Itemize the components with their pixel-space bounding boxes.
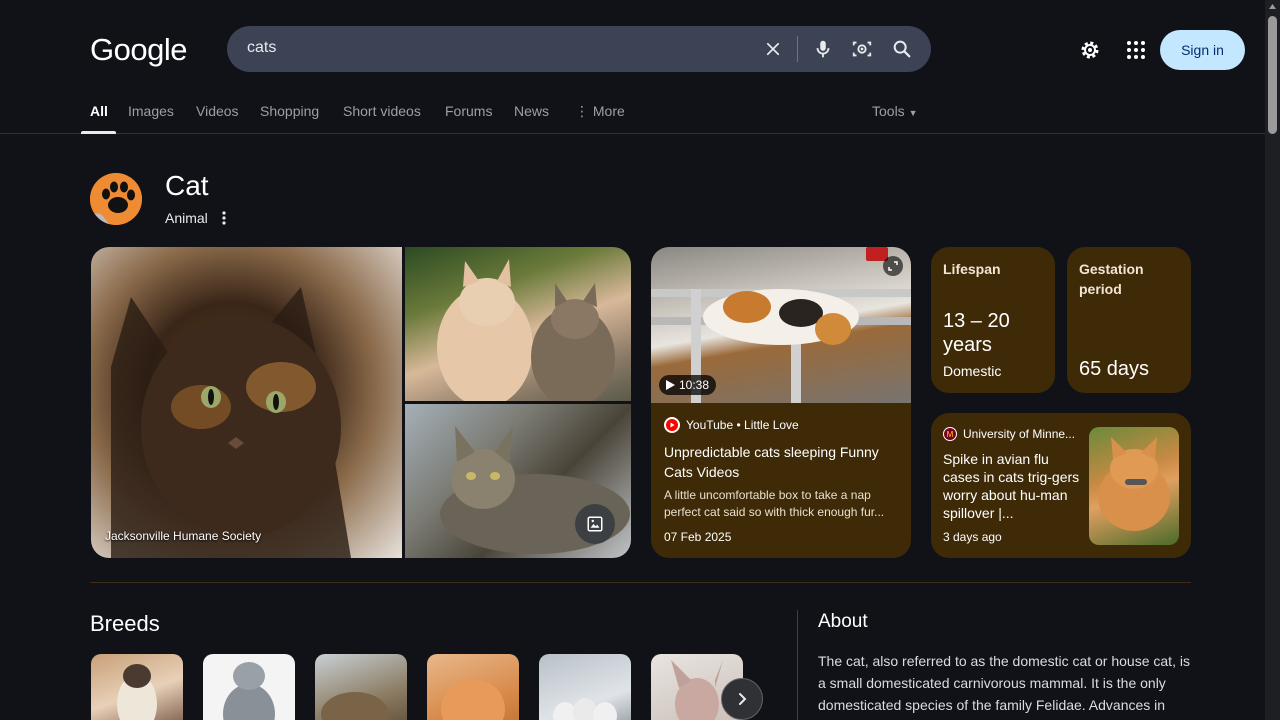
maine-coon-cat-image [321,692,389,720]
tab-forums[interactable]: Forums [445,103,492,119]
settings-gear-icon[interactable] [1078,38,1102,62]
search-box[interactable]: cats [227,26,931,72]
about-heading: About [818,611,868,632]
video-thumbnail[interactable]: 10:38 [651,247,911,403]
google-logo[interactable]: Google [90,32,187,68]
news-title[interactable]: Spike in avian flu cases in cats trig-ge… [943,450,1085,522]
caret-down-icon: ▼ [908,108,918,118]
fact-value: 13 – 20 years [943,310,1010,356]
tab-videos[interactable]: Videos [196,103,239,119]
news-thumbnail[interactable] [1089,427,1179,545]
scroll-up-arrow-icon[interactable] [1268,3,1277,11]
video-description: A little uncomfortable box to take a nap… [664,488,885,519]
entity-subtitle: Animal [165,210,208,226]
tab-more-label: More [592,103,625,119]
more-options-icon[interactable] [218,210,230,231]
youtube-icon [664,417,680,433]
search-divider [797,36,798,62]
expand-icon[interactable] [883,256,903,276]
active-tab-indicator [81,131,116,134]
fact-label: Lifespan [943,261,1001,277]
image-icon [587,516,603,532]
tab-images[interactable]: Images [128,103,174,119]
image-credit: Jacksonville Humane Society [105,529,262,543]
section-divider [90,582,1191,583]
apps-grid-icon[interactable] [1124,38,1148,62]
cat-image-main[interactable]: Jacksonville Humane Society [91,247,402,558]
chevron-right-icon [739,693,747,705]
video-date: 07 Feb 2025 [664,530,732,544]
cat-image-two-cats[interactable] [405,247,631,407]
camera-search-icon[interactable] [850,37,874,61]
entity-title: Cat [165,170,209,201]
breed-ragdoll[interactable] [539,654,631,720]
british-shorthair-cat-image [223,662,275,720]
search-input[interactable]: cats [247,39,276,57]
university-logo-icon: M [943,427,957,441]
image-collage[interactable]: Jacksonville Humane Society [91,247,631,558]
breed-british-shorthair[interactable] [203,654,295,720]
cat-image-tabby[interactable] [405,404,631,558]
play-icon [666,380,675,390]
video-source: YouTube • Little Love [664,417,799,433]
breed-persian[interactable] [427,654,519,720]
about-text: The cat, also referred to as the domesti… [818,653,1190,713]
fact-value: 65 days [1079,358,1150,380]
video-source-label: YouTube • Little Love [686,418,799,432]
breed-siamese[interactable] [91,654,183,720]
svg-text:M: M [947,430,954,439]
siamese-cat-image [117,664,157,720]
two-cats-image [437,259,615,407]
ragdoll-kittens-image [553,698,617,720]
video-duration: 10:38 [679,378,710,392]
news-source-label: University of Minne... [963,427,1076,441]
video-title[interactable]: Unpredictable cats sleeping Funny Cats V… [664,442,899,482]
clear-icon[interactable] [761,37,785,61]
persian-cat-image [441,679,505,720]
video-duration-badge: 10:38 [659,375,717,395]
video-card[interactable]: 10:38 YouTube • Little Love Unpredictabl… [651,247,911,558]
tortoiseshell-cat-image [111,287,351,558]
search-tabs: All Images Videos Shopping Short videos … [0,103,1265,134]
tab-more[interactable]: ⋮ More [575,103,625,120]
more-images-button[interactable] [575,504,615,544]
sign-in-button[interactable]: Sign in [1160,30,1245,70]
entity-thumbnail[interactable] [90,173,142,225]
page-scrollbar[interactable] [1265,0,1280,720]
tab-shopping[interactable]: Shopping [260,103,319,119]
news-source: M University of Minne... [943,427,1083,441]
news-date: 3 days ago [943,530,1002,544]
column-divider [797,610,798,720]
breed-maine-coon[interactable] [315,654,407,720]
microphone-icon[interactable] [811,37,835,61]
tab-short-videos[interactable]: Short videos [343,103,421,119]
tab-news[interactable]: News [514,103,549,119]
tools-button[interactable]: Tools ▼ [872,103,918,119]
tools-label: Tools [872,103,905,119]
fact-card-lifespan[interactable]: Lifespan 13 – 20 years Domestic [931,247,1055,393]
scrollbar-thumb[interactable] [1268,16,1277,134]
more-vert-icon: ⋮ [575,103,589,119]
fact-label: Gestation period [1079,261,1144,297]
orange-cat-thumbnail [1098,437,1170,531]
breeds-heading: Breeds [90,611,160,636]
search-icon[interactable] [890,37,914,61]
tab-all[interactable]: All [90,103,108,119]
fact-card-gestation[interactable]: Gestation period 65 days [1067,247,1191,393]
paw-icon [90,173,142,225]
breeds-next-button[interactable] [721,678,763,720]
news-card[interactable]: M University of Minne... Spike in avian … [931,413,1191,558]
fact-note: Domestic [943,363,1002,379]
